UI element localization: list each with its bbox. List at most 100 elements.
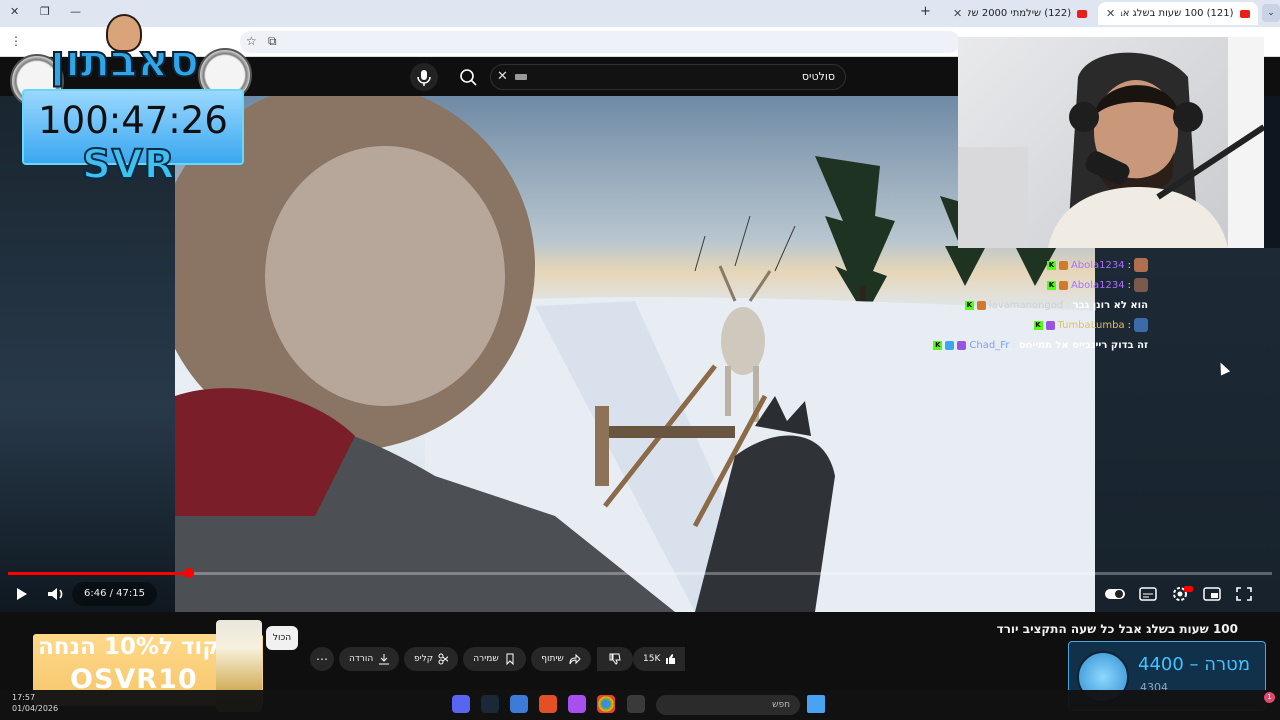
video-frame[interactable] bbox=[175, 96, 1095, 612]
dislike-button[interactable] bbox=[597, 647, 633, 671]
new-tab-button[interactable]: + bbox=[920, 4, 931, 19]
taskbar-search-placeholder: חפש bbox=[772, 700, 790, 710]
like-button[interactable]: 15K bbox=[633, 647, 685, 671]
windows-start-icon[interactable] bbox=[807, 695, 825, 713]
save-button[interactable]: שמירה bbox=[463, 647, 526, 671]
miniplayer-button[interactable] bbox=[1198, 584, 1226, 604]
progress-bar[interactable] bbox=[8, 572, 1272, 575]
more-horizontal-icon: ⋯ bbox=[316, 652, 328, 666]
chat-text: הוא לא רונן גבר bbox=[1072, 299, 1148, 311]
bookmark-icon bbox=[506, 653, 514, 665]
taskbar-search-input[interactable]: חפש bbox=[656, 695, 800, 715]
kick-badge-icon: K bbox=[933, 340, 943, 350]
chrome-app-icon[interactable] bbox=[597, 695, 615, 713]
minimize-icon[interactable]: — bbox=[70, 5, 81, 18]
tab-title: (121) 100 שעות בשלג אבל כל ש bbox=[1121, 8, 1234, 19]
emote-icon bbox=[1134, 258, 1148, 272]
search-input[interactable]: ✕ סולטיס bbox=[490, 64, 846, 90]
task-view-icon[interactable] bbox=[627, 695, 645, 713]
kick-badge-icon: K bbox=[964, 300, 974, 310]
sub-badge-icon bbox=[1058, 260, 1068, 270]
emote-icon bbox=[1134, 278, 1148, 292]
sub-badge-icon bbox=[1058, 280, 1068, 290]
settings-button[interactable] bbox=[1166, 584, 1194, 604]
thumbs-down-icon bbox=[609, 653, 621, 665]
voice-search-button[interactable] bbox=[410, 63, 438, 91]
play-icon bbox=[17, 588, 27, 600]
browser-tab-1[interactable]: (121) 100 שעות בשלג אבל כל ש ✕ bbox=[1098, 2, 1258, 25]
close-window-icon[interactable]: ✕ bbox=[10, 5, 19, 18]
discord-app-icon[interactable] bbox=[452, 695, 470, 713]
subtitles-button[interactable] bbox=[1134, 584, 1162, 604]
chat-message: K Chad_Fr : זה בדוק רייגבייס אל תתייחס bbox=[933, 337, 1148, 353]
sub-badge-icon bbox=[976, 300, 986, 310]
time-display: 6:46 / 47:15 bbox=[72, 582, 158, 606]
restore-icon[interactable]: ❐ bbox=[40, 5, 50, 18]
scrubber-handle[interactable] bbox=[184, 568, 194, 578]
share-icon bbox=[569, 653, 581, 665]
chat-message: K TumbaLumba : bbox=[1033, 317, 1148, 333]
search-button[interactable] bbox=[454, 64, 482, 90]
gear-icon bbox=[1173, 586, 1193, 601]
thumbs-up-icon bbox=[666, 654, 675, 664]
clip-button[interactable]: קליפ bbox=[404, 647, 458, 671]
autoplay-toggle[interactable] bbox=[1102, 584, 1130, 604]
webcam-feed bbox=[958, 37, 1264, 248]
fullscreen-icon bbox=[1236, 587, 1252, 601]
promo-headline: קוד ל10% הנחה bbox=[38, 634, 220, 660]
share-button[interactable]: שיתוף bbox=[531, 647, 591, 671]
taskbar-clock[interactable]: 17:57 01/04/2026 bbox=[12, 692, 58, 714]
save-label: שמירה bbox=[473, 654, 499, 664]
miniplayer-icon bbox=[1203, 587, 1221, 601]
keyboard-icon[interactable] bbox=[515, 74, 527, 80]
toggle-icon bbox=[1105, 589, 1125, 599]
youtube-favicon-icon bbox=[1239, 9, 1250, 18]
chat-separator: : bbox=[1127, 259, 1131, 271]
steam-app-icon[interactable] bbox=[481, 695, 499, 713]
browser-tab-2[interactable]: (122) שילמתי 2000 שקל לצופי ✕ bbox=[945, 2, 1095, 25]
download-label: הורדה bbox=[349, 654, 374, 664]
search-icon bbox=[460, 69, 477, 86]
chat-username: Chad_Fr bbox=[969, 339, 1010, 351]
chat-username: TumbaLumba bbox=[1057, 319, 1125, 331]
chat-separator: : bbox=[1066, 299, 1070, 311]
chat-message: K lavamanongod : הוא לא רונן גבר bbox=[964, 297, 1148, 313]
tab-title: (122) שילמתי 2000 שקל לצופי bbox=[968, 8, 1072, 19]
bookmark-star-icon[interactable]: ☆ bbox=[246, 34, 257, 48]
fullscreen-button[interactable] bbox=[1230, 584, 1258, 604]
captions-icon bbox=[1139, 587, 1157, 601]
clear-search-icon[interactable]: ✕ bbox=[497, 69, 508, 84]
more-options-icon[interactable]: ⋮ bbox=[10, 34, 22, 48]
verified-badge-icon bbox=[945, 340, 955, 350]
like-count: 15K bbox=[643, 654, 661, 664]
close-tab-icon[interactable]: ✕ bbox=[953, 7, 962, 20]
chat-separator: : bbox=[1127, 319, 1131, 331]
app-icon[interactable] bbox=[539, 695, 557, 713]
webcam-scene bbox=[958, 37, 1264, 248]
search-query: סולטיס bbox=[801, 70, 835, 83]
scissors-icon bbox=[438, 653, 448, 665]
progress-played bbox=[8, 572, 189, 575]
download-button[interactable]: הורדה bbox=[339, 647, 399, 671]
goal-target: מטרה – 4400 bbox=[1138, 654, 1251, 675]
notification-badge[interactable]: 1 bbox=[1264, 692, 1275, 703]
kick-badge-icon: K bbox=[1046, 260, 1056, 270]
play-button[interactable] bbox=[8, 584, 36, 604]
tab-search-button[interactable]: ⌄ bbox=[1262, 4, 1280, 22]
chat-message: K Abola1234 : bbox=[1046, 257, 1148, 273]
youtube-favicon-icon bbox=[1077, 9, 1087, 18]
download-icon bbox=[379, 654, 389, 665]
all-tooltip: הכול bbox=[266, 626, 298, 650]
brand-text: SVR bbox=[81, 141, 176, 189]
notepad-app-icon[interactable] bbox=[510, 695, 528, 713]
twitch-app-icon[interactable] bbox=[568, 695, 586, 713]
mute-button[interactable] bbox=[42, 584, 70, 604]
address-bar[interactable] bbox=[240, 31, 960, 53]
install-app-icon[interactable]: ⧉ bbox=[268, 34, 277, 49]
stream-logo: סאבתון bbox=[49, 35, 200, 88]
close-tab-icon[interactable]: ✕ bbox=[1106, 7, 1115, 20]
more-actions-button[interactable]: ⋯ bbox=[310, 647, 334, 671]
chat-message: K Abola1234 : bbox=[1046, 277, 1148, 293]
timer-value: 100:47:26 bbox=[38, 99, 228, 142]
kick-badge-icon: K bbox=[1033, 320, 1043, 330]
